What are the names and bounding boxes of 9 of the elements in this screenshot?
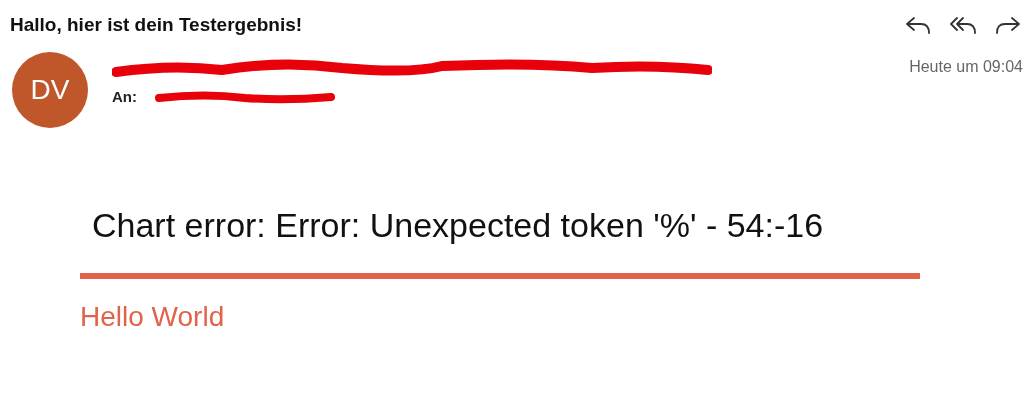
recipient-label: An:: [112, 88, 137, 105]
body-heading: Hello World: [80, 301, 226, 333]
email-subject: Hallo, hier ist dein Testergebnis!: [10, 14, 303, 36]
reply-icon[interactable]: [905, 15, 931, 35]
received-time: Heute um 09:04: [909, 57, 1023, 76]
reply-all-icon[interactable]: [949, 15, 977, 35]
forward-icon[interactable]: [995, 15, 1021, 35]
sender-avatar: DV: [12, 52, 88, 128]
chart-error-text: Chart error: Error: Unexpected token '%' - 54:-16: [91, 206, 825, 245]
